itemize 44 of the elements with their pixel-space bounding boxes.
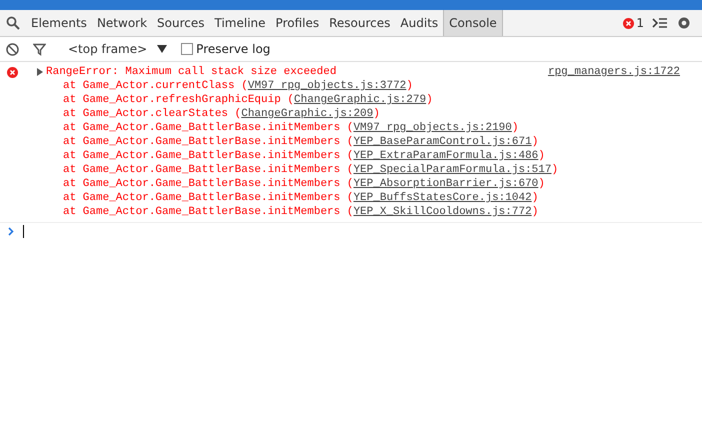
- source-link[interactable]: YEP_BaseParamControl.js:671: [353, 136, 532, 148]
- source-link[interactable]: rpg_managers.js:1722: [548, 66, 680, 78]
- panel-tab[interactable]: Profiles: [270, 10, 324, 36]
- checkbox[interactable]: [181, 43, 194, 55]
- source-link[interactable]: YEP_SpecialParamFormula.js:517: [353, 164, 552, 176]
- stack-frame: at Game_Actor.Game_BattlerBase.initMembers (YEP_SpecialParamFormula.js:517): [0, 163, 702, 177]
- stack-frame: at Game_Actor.Game_BattlerBase.initMembers (YEP_X_SkillCooldowns.js:772): [0, 205, 702, 219]
- clear-icon[interactable]: [6, 42, 19, 56]
- source-link[interactable]: VM97 rpg_objects.js:3772: [248, 80, 406, 92]
- source-link[interactable]: YEP_ExtraParamFormula.js:486: [353, 150, 538, 162]
- settings-icon[interactable]: [676, 15, 692, 31]
- source-link[interactable]: YEP_AbsorptionBarrier.js:670: [353, 178, 538, 190]
- panel-tab[interactable]: Console: [443, 10, 503, 36]
- context-dropdown[interactable]: <top frame>: [68, 42, 148, 56]
- stack-frame: at Game_Actor.Game_BattlerBase.initMembers (YEP_BaseParamControl.js:671): [0, 135, 702, 149]
- source-link[interactable]: ChangeGraphic.js:209: [241, 108, 374, 120]
- error-message: RangeError: Maximum call stack size exceeded: [46, 66, 336, 78]
- console-drawer-icon[interactable]: [652, 17, 668, 29]
- panel-tab[interactable]: Sources: [152, 10, 210, 36]
- panel-tab[interactable]: Timeline: [210, 10, 271, 36]
- panel-tab[interactable]: Audits: [395, 10, 444, 36]
- source-link[interactable]: ChangeGraphic.js:279: [294, 94, 426, 106]
- dropdown-arrow-icon[interactable]: [157, 45, 168, 53]
- prompt-chevron-icon: [8, 226, 14, 236]
- panel-tab[interactable]: Network: [92, 10, 152, 36]
- source-link[interactable]: YEP_X_SkillCooldowns.js:772: [353, 206, 532, 218]
- stack-frame: at Game_Actor.currentClass (VM97 rpg_objects.js:3772): [0, 79, 702, 93]
- checkbox-label[interactable]: Preserve log: [196, 42, 270, 56]
- source-link[interactable]: VM97 rpg_objects.js:2190: [353, 122, 512, 134]
- stack-frame: at Game_Actor.Game_BattlerBase.initMembers (YEP_AbsorptionBarrier.js:670): [0, 177, 702, 191]
- panel-tab[interactable]: Resources: [324, 10, 396, 36]
- panel-tab[interactable]: Elements: [26, 10, 92, 36]
- filter-icon[interactable]: [33, 42, 46, 56]
- stack-frame: at Game_Actor.clearStates (ChangeGraphic.js:209): [0, 107, 702, 121]
- stack-frame: at Game_Actor.Game_BattlerBase.initMembers (VM97 rpg_objects.js:2190): [0, 121, 702, 135]
- text-cursor: [23, 224, 24, 238]
- search-icon[interactable]: [6, 16, 20, 30]
- source-link[interactable]: YEP_BuffsStatesCore.js:1042: [353, 192, 532, 204]
- error-count[interactable]: 1: [623, 16, 644, 30]
- expand-caret-icon[interactable]: [36, 68, 44, 76]
- stack-frame: at Game_Actor.Game_BattlerBase.initMembers (YEP_BuffsStatesCore.js:1042): [0, 191, 702, 205]
- stack-frame: at Game_Actor.Game_BattlerBase.initMembers (YEP_ExtraParamFormula.js:486): [0, 149, 702, 163]
- stack-frame: at Game_Actor.refreshGraphicEquip (ChangeGraphic.js:279): [0, 93, 702, 107]
- error-icon: [6, 66, 18, 78]
